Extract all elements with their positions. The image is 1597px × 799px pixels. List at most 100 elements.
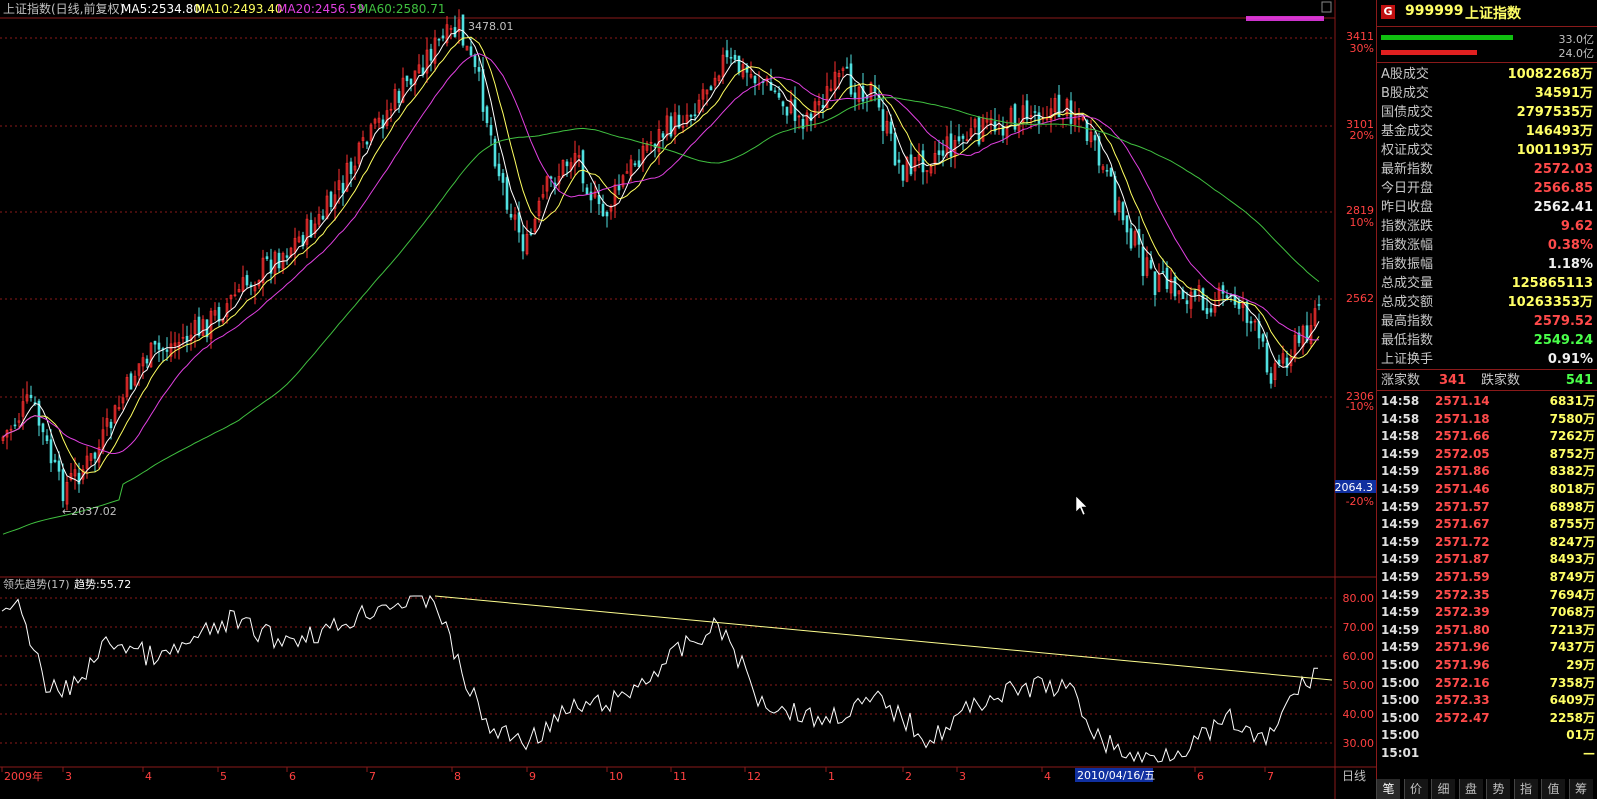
panel-tab[interactable]: 指 [1513, 779, 1538, 799]
kline-chart[interactable]: 上证指数(日线,前复权) MA5:2534.80 MA10:2493.40 MA… [0, 0, 1376, 799]
candle-body [693, 114, 697, 117]
advance-value: 341 [1439, 373, 1467, 388]
candle-body [277, 252, 281, 269]
ma5-label: MA5:2534.80 [121, 2, 201, 16]
candle-body [1193, 290, 1197, 296]
panel-tab[interactable]: 盘 [1458, 779, 1483, 799]
advance-label: 涨家数 [1381, 373, 1421, 388]
tick-time: 14:58 [1381, 394, 1420, 408]
time-label: 4 [1044, 770, 1051, 783]
stat-value: 9.62 [1560, 219, 1593, 234]
tick-time: 15:00 [1381, 658, 1420, 672]
tick-row[interactable]: 14:58 2571.66 7262万 [1379, 427, 1595, 445]
candle-body [521, 234, 525, 252]
time-label: 2009年 [4, 769, 43, 783]
tick-row[interactable]: 14:59 2571.67 8755万 [1379, 515, 1595, 533]
candle-body [901, 165, 905, 181]
tick-row[interactable]: 14:59 2571.86 8382万 [1379, 462, 1595, 480]
ma60-label: MA60:2580.71 [358, 2, 446, 16]
tick-volume: 6831万 [1549, 394, 1595, 408]
tick-price: 2571.18 [1435, 411, 1490, 426]
candle-body [129, 373, 133, 390]
tick-row[interactable]: 15:00 01万 [1379, 726, 1595, 744]
period-scroll-indicator[interactable] [1246, 16, 1324, 21]
tick-row[interactable]: 15:01 — [1379, 744, 1595, 762]
candle-body [501, 173, 505, 183]
tick-time: 14:58 [1381, 429, 1420, 444]
candle-body [785, 106, 789, 116]
stat-row: 基金成交 146493万 [1381, 122, 1593, 141]
tick-row[interactable]: 14:59 2572.05 8752万 [1379, 445, 1595, 463]
tick-price: 2571.87 [1435, 552, 1490, 567]
panel-tab[interactable]: 筹 [1568, 779, 1593, 799]
tick-time: 15:00 [1381, 710, 1420, 725]
time-label: 3 [65, 770, 72, 783]
time-label: 3 [959, 770, 966, 783]
ma20-label: MA20:2456.59 [277, 2, 365, 16]
candle-body [777, 92, 781, 98]
candlestick-series [1, 9, 1321, 511]
panel-tab[interactable]: 势 [1486, 779, 1510, 799]
candle-body [1185, 300, 1189, 305]
tick-row[interactable]: 15:00 2572.47 2258万 [1379, 709, 1595, 727]
candle-body [29, 394, 33, 399]
panel-tab[interactable]: 价 [1403, 779, 1428, 799]
candle-body [349, 161, 353, 174]
candle-body [469, 46, 473, 56]
tick-time: 14:59 [1381, 587, 1420, 602]
tick-row[interactable]: 14:59 2571.59 8749万 [1379, 568, 1595, 586]
price-axis: 3411 30% 3101 20% 2819 10% 2562 2306 -10… [1346, 30, 1374, 508]
candle-body [1093, 135, 1097, 141]
candle-body [1121, 202, 1125, 221]
tick-price: 2571.57 [1435, 499, 1490, 514]
time-label: 12 [747, 770, 761, 783]
security-name: 上证指数 [1465, 6, 1521, 22]
stat-row: B股成交 34591万 [1381, 84, 1593, 103]
candle-body [849, 63, 853, 95]
candle-body [781, 101, 785, 107]
candle-body [617, 184, 621, 191]
candle-body [509, 213, 513, 218]
candle-body [13, 424, 17, 427]
tick-row[interactable]: 14:58 2571.18 7580万 [1379, 410, 1595, 428]
tick-row[interactable]: 15:00 2572.16 7358万 [1379, 674, 1595, 692]
trend-line[interactable] [434, 595, 1333, 681]
ma10-label: MA10:2493.40 [195, 2, 283, 16]
candle-body [485, 106, 489, 124]
stat-value: 146493万 [1525, 124, 1593, 139]
tick-row[interactable]: 14:58 2571.14 6831万 [1379, 392, 1595, 410]
window-restore-icon[interactable] [1321, 1, 1332, 13]
tick-row[interactable]: 14:59 2571.46 8018万 [1379, 480, 1595, 498]
tick-row[interactable]: 15:00 2571.96 29万 [1379, 656, 1595, 674]
panel-tab[interactable]: 细 [1431, 779, 1455, 799]
tick-row[interactable]: 15:00 2572.33 6409万 [1379, 691, 1595, 709]
candle-body [637, 160, 641, 168]
tick-row[interactable]: 14:59 2572.39 7068万 [1379, 603, 1595, 621]
tick-row[interactable]: 14:59 2571.87 8493万 [1379, 550, 1595, 568]
candle-body [405, 75, 409, 82]
candle-body [1129, 228, 1133, 249]
stat-value: 2566.85 [1533, 181, 1593, 196]
candle-body [889, 121, 893, 134]
time-label: 7 [1267, 770, 1274, 783]
tick-row[interactable]: 14:59 2571.57 6898万 [1379, 498, 1595, 516]
tick-row[interactable]: 14:59 2572.35 7694万 [1379, 586, 1595, 604]
stat-row: 今日开盘 2566.85 [1381, 179, 1593, 198]
tick-price: 2571.14 [1435, 394, 1490, 408]
stat-label: 总成交额 [1381, 295, 1434, 310]
panel-tab[interactable]: 笔 [1376, 779, 1400, 799]
stat-value: 1001193万 [1516, 143, 1593, 158]
tick-row[interactable]: 14:59 2571.72 8247万 [1379, 533, 1595, 551]
tick-row[interactable]: 14:59 2571.96 7437万 [1379, 638, 1595, 656]
panel-tab[interactable]: 值 [1541, 779, 1565, 799]
pct-tick: -10% [1346, 400, 1374, 413]
tick-price: 2571.72 [1435, 534, 1490, 549]
stat-label: 上证换手 [1381, 352, 1434, 367]
tick-time: 15:00 [1381, 675, 1420, 690]
tick-row[interactable]: 14:59 2571.80 7213万 [1379, 621, 1595, 639]
time-label: 9 [529, 770, 536, 783]
stat-row: 指数涨幅 0.38% [1381, 236, 1593, 255]
candle-body [725, 50, 729, 58]
stat-label: 昨日收盘 [1381, 200, 1434, 215]
period-label[interactable]: 日线 [1342, 769, 1366, 783]
